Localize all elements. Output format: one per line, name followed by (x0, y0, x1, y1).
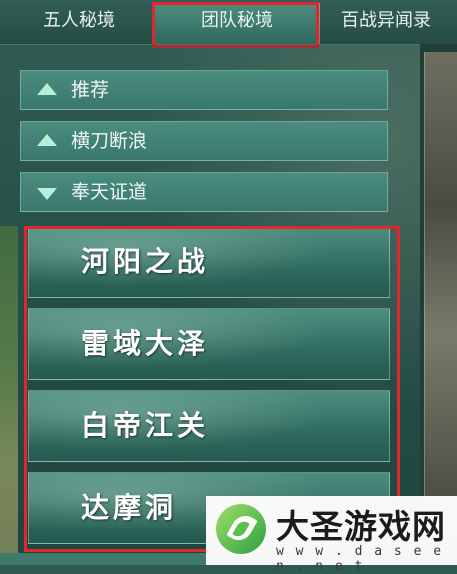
watermark: 大圣游戏网 w w w . d a s e e n . n e t (206, 496, 457, 574)
highlight-box-tab (152, 2, 319, 48)
down-triangle-icon (37, 188, 57, 200)
tab-hundred-battles[interactable]: 百战异闻录 (322, 6, 450, 36)
tab-five-player[interactable]: 五人秘境 (18, 6, 140, 36)
category-fengtian[interactable]: 奉天证道 (20, 172, 388, 212)
category-label: 推荐 (71, 79, 110, 101)
up-triangle-icon (37, 134, 57, 146)
up-triangle-icon (37, 83, 57, 95)
list-bottom-edge (0, 553, 206, 565)
category-label: 横刀断浪 (71, 130, 148, 152)
category-blade-wave[interactable]: 横刀断浪 (20, 121, 388, 161)
watermark-title: 大圣游戏网 (276, 507, 446, 546)
leaf-logo-icon (216, 504, 266, 554)
category-recommended[interactable]: 推荐 (20, 70, 388, 110)
watermark-url: w w w . d a s e e n . n e t (276, 544, 444, 574)
category-label: 奉天证道 (71, 181, 148, 203)
preview-image (424, 52, 457, 565)
